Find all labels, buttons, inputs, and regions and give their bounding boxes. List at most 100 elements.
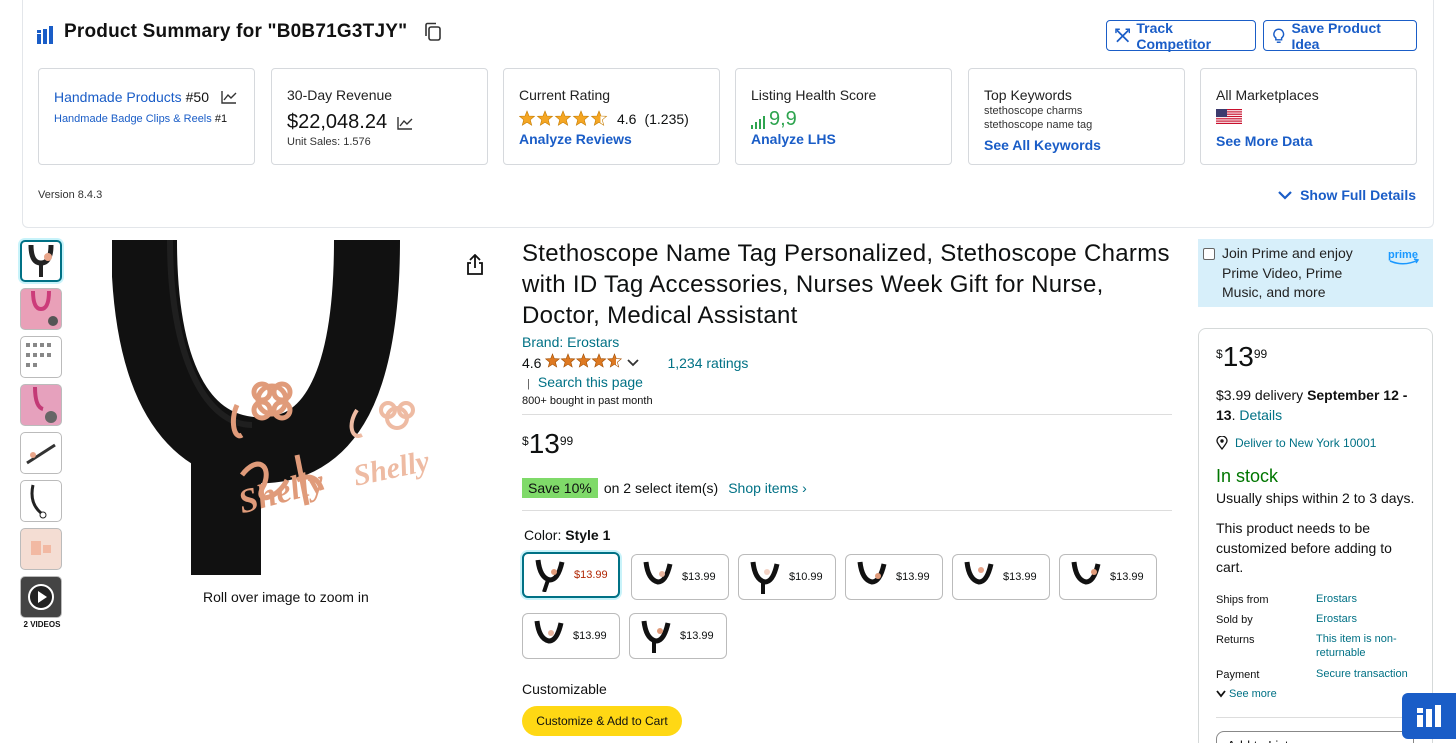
thumbnail-image[interactable] xyxy=(20,480,62,522)
track-competitor-label: Track Competitor xyxy=(1136,19,1212,52)
save-product-idea-button[interactable]: Save Product Idea xyxy=(1263,19,1417,52)
thumbnail-image[interactable] xyxy=(20,384,62,426)
track-competitor-button[interactable]: Track Competitor xyxy=(1106,19,1256,52)
info-row-returns: Returns This item is non-returnable xyxy=(1216,632,1426,669)
copy-icon[interactable] xyxy=(423,22,443,42)
style-swatch[interactable]: $13.99 xyxy=(1059,554,1157,600)
analyze-reviews-link[interactable]: Analyze Reviews xyxy=(519,131,704,147)
color-selection-label: Color: Style 1 xyxy=(524,527,610,543)
unit-sales: Unit Sales: 1.576 xyxy=(287,136,371,148)
prime-logo-text: prime xyxy=(1388,249,1418,261)
category-main-link[interactable]: Handmade Products xyxy=(54,89,182,105)
separator: | xyxy=(527,378,530,390)
product-summary-panel: Product Summary for "B0B71G3TJY" Track C… xyxy=(22,0,1434,228)
info-value[interactable]: Secure transaction xyxy=(1316,667,1416,681)
floating-extension-button[interactable] xyxy=(1402,693,1456,739)
style-swatch[interactable]: $13.99 xyxy=(629,613,727,659)
share-icon[interactable] xyxy=(465,254,485,276)
prime-promo-text: Join Prime and enjoy Prime Video, Prime … xyxy=(1222,245,1353,300)
style-swatch[interactable]: $13.99 xyxy=(522,552,620,598)
info-value[interactable]: Erostars xyxy=(1316,612,1416,626)
category-sub-rank: Handmade Badge Clips & Reels #1 xyxy=(54,113,239,125)
style-swatch[interactable]: $13.99 xyxy=(522,613,620,659)
category-sub-link[interactable]: Handmade Badge Clips & Reels xyxy=(54,113,212,125)
revenue-card: 30-Day Revenue $22,048.24 Unit Sales: 1.… xyxy=(271,68,488,165)
rating-card: Current Rating 4.6 (1.235) Analyze Revie… xyxy=(503,68,720,165)
crosshair-icon xyxy=(1115,28,1131,42)
prime-checkbox[interactable] xyxy=(1203,248,1215,260)
chevron-down-icon xyxy=(1216,690,1226,698)
price-symbol: $ xyxy=(1216,347,1223,361)
deliver-to-link[interactable]: Deliver to New York 10001 xyxy=(1216,436,1376,450)
swatch-price: $13.99 xyxy=(680,630,714,642)
info-value[interactable]: Erostars xyxy=(1316,592,1416,606)
trend-chart-icon[interactable] xyxy=(221,90,237,104)
show-full-details-label: Show Full Details xyxy=(1300,187,1416,203)
thumbnail-image[interactable] xyxy=(20,432,62,474)
info-value[interactable]: This item is non-returnable xyxy=(1316,632,1416,660)
delivery-cost: $3.99 delivery xyxy=(1216,387,1308,403)
listing-health-label: Listing Health Score xyxy=(751,87,877,103)
us-flag-icon[interactable] xyxy=(1216,109,1242,124)
trend-chart-icon[interactable] xyxy=(397,116,413,130)
style-swatch[interactable]: $10.99 xyxy=(738,554,836,600)
see-all-keywords-link[interactable]: See All Keywords xyxy=(984,137,1169,153)
thumbnail-image[interactable] xyxy=(20,528,62,570)
info-row-ships-from: Ships from Erostars xyxy=(1216,592,1426,614)
ratings-count-link[interactable]: 1,234 ratings xyxy=(667,355,748,371)
prime-logo-icon: prime xyxy=(1388,249,1420,265)
search-page-row: | Search this page xyxy=(527,374,643,390)
brand-link[interactable]: Brand: Erostars xyxy=(522,334,619,350)
category-rank-card: Handmade Products #50 Handmade Badge Cli… xyxy=(38,68,255,165)
star-rating-icon xyxy=(519,110,609,127)
price-fraction: 99 xyxy=(559,434,574,448)
show-full-details-button[interactable]: Show Full Details xyxy=(1278,187,1416,203)
chevron-down-icon xyxy=(1278,190,1292,200)
thumbnail-image[interactable] xyxy=(20,288,62,330)
thumbnail-image[interactable] xyxy=(20,336,62,378)
analyze-lhs-link[interactable]: Analyze LHS xyxy=(751,131,936,147)
buy-box: $ 13 99 $3.99 delivery September 12 - 13… xyxy=(1198,328,1433,743)
price-whole: 13 xyxy=(528,428,560,459)
main-product-image[interactable]: Shelly Shelly xyxy=(112,240,452,575)
rating-label: Current Rating xyxy=(519,87,611,103)
add-to-list-button[interactable]: Add to List xyxy=(1216,731,1414,743)
style-swatch[interactable]: $13.99 xyxy=(845,554,943,600)
delivery-details-link[interactable]: Details xyxy=(1239,407,1282,423)
category-main-rank: Handmade Products #50 xyxy=(54,89,239,105)
see-more-button[interactable]: See more xyxy=(1216,688,1277,700)
promotion-row: Save 10% on 2 select item(s) Shop items … xyxy=(522,478,807,498)
swatch-price: $13.99 xyxy=(682,571,716,583)
divider xyxy=(522,510,1172,511)
divider xyxy=(1216,717,1414,718)
bar-chart-logo-icon xyxy=(37,26,53,44)
price-fraction: 99 xyxy=(1253,347,1268,361)
play-icon xyxy=(28,584,54,610)
shop-items-link[interactable]: Shop items › xyxy=(728,480,807,496)
video-thumbnail[interactable] xyxy=(20,576,62,618)
keyword-item: stethoscope name tag xyxy=(984,119,1093,131)
deliver-to-text: Deliver to New York 10001 xyxy=(1235,436,1377,450)
style-swatch[interactable]: $13.99 xyxy=(952,554,1050,600)
save-product-idea-label: Save Product Idea xyxy=(1291,19,1381,52)
chevron-down-icon[interactable] xyxy=(627,358,640,367)
price-symbol: $ xyxy=(522,434,529,448)
zoom-hint: Roll over image to zoom in xyxy=(203,589,369,605)
see-more-data-link[interactable]: See More Data xyxy=(1216,133,1401,149)
style-swatch[interactable]: $13.99 xyxy=(631,554,729,600)
divider xyxy=(522,414,1172,415)
image-thumbnails: 2 VIDEOS xyxy=(20,240,64,629)
stock-status: In stock xyxy=(1216,466,1279,486)
bought-past-month: 800+ bought in past month xyxy=(522,395,653,407)
save-badge: Save 10% xyxy=(522,478,598,498)
customize-add-to-cart-button[interactable]: Customize & Add to Cart xyxy=(522,706,682,736)
listing-health-card: Listing Health Score 9,9 Analyze LHS xyxy=(735,68,952,165)
search-this-page-link[interactable]: Search this page xyxy=(538,374,643,390)
thumbnail-image[interactable] xyxy=(20,240,62,282)
info-key: Ships from xyxy=(1216,594,1269,606)
revenue-label: 30-Day Revenue xyxy=(287,87,393,103)
panel-title: Product Summary for "B0B71G3TJY" xyxy=(64,21,408,42)
star-rating-icon[interactable] xyxy=(545,353,623,372)
buybox-price: $ 13 99 xyxy=(1216,343,1267,371)
color-label: Color: xyxy=(524,527,566,543)
